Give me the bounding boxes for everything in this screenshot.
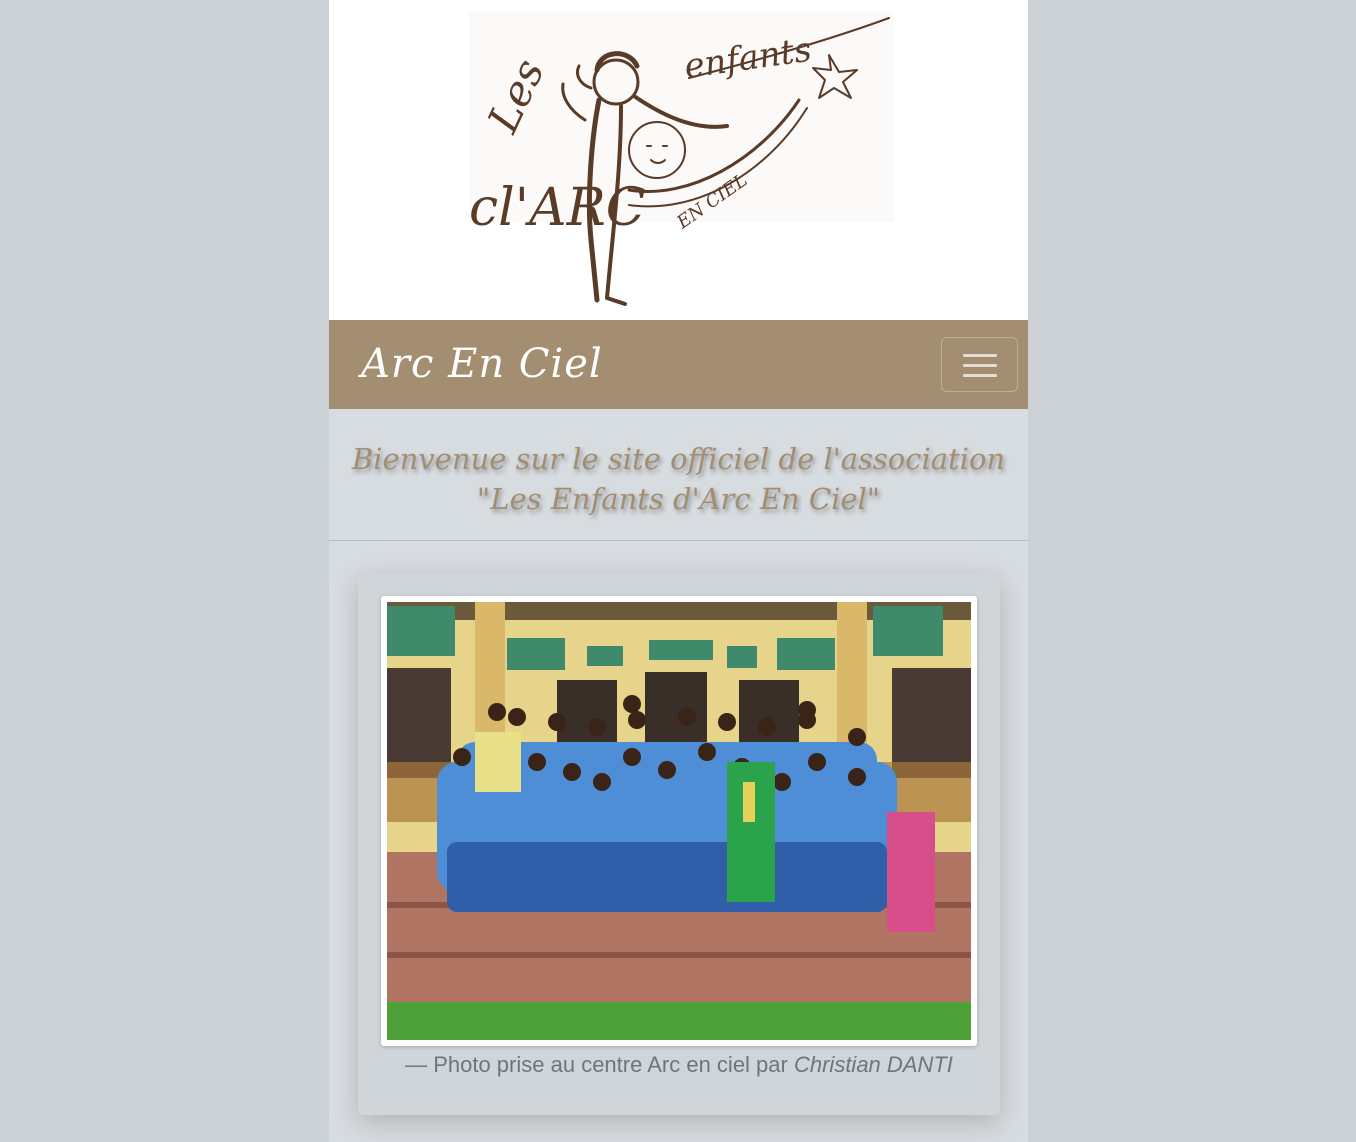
- logo-header: Les cl'ARC enfants EN CIEL: [329, 0, 1028, 320]
- logo-image[interactable]: Les cl'ARC enfants EN CIEL: [329, 0, 1028, 320]
- navbar: Arc En Ciel: [329, 320, 1028, 409]
- photo-card: — Photo prise au centre Arc en ciel par …: [358, 573, 1000, 1115]
- page: Les cl'ARC enfants EN CIEL Arc En Ciel B…: [329, 0, 1028, 1142]
- photo-frame: [381, 596, 977, 1046]
- brand-link[interactable]: Arc En Ciel: [361, 336, 603, 392]
- caption-author: Christian DANTI: [793, 1052, 953, 1077]
- caption-prefix: — Photo prise au centre Arc en ciel par: [405, 1052, 788, 1077]
- svg-text:cl'ARC: cl'ARC: [469, 178, 646, 238]
- welcome-line-1: Bienvenue sur le site officiel de l'asso…: [351, 442, 1006, 476]
- group-photo[interactable]: [387, 602, 971, 1040]
- menu-toggle-button[interactable]: [941, 337, 1018, 392]
- welcome-section: Bienvenue sur le site officiel de l'asso…: [329, 409, 1028, 541]
- photo-caption: — Photo prise au centre Arc en ciel par …: [358, 1051, 1000, 1079]
- welcome-heading: Bienvenue sur le site officiel de l'asso…: [329, 409, 1028, 519]
- welcome-line-2: "Les Enfants d'Arc En Ciel": [476, 482, 881, 516]
